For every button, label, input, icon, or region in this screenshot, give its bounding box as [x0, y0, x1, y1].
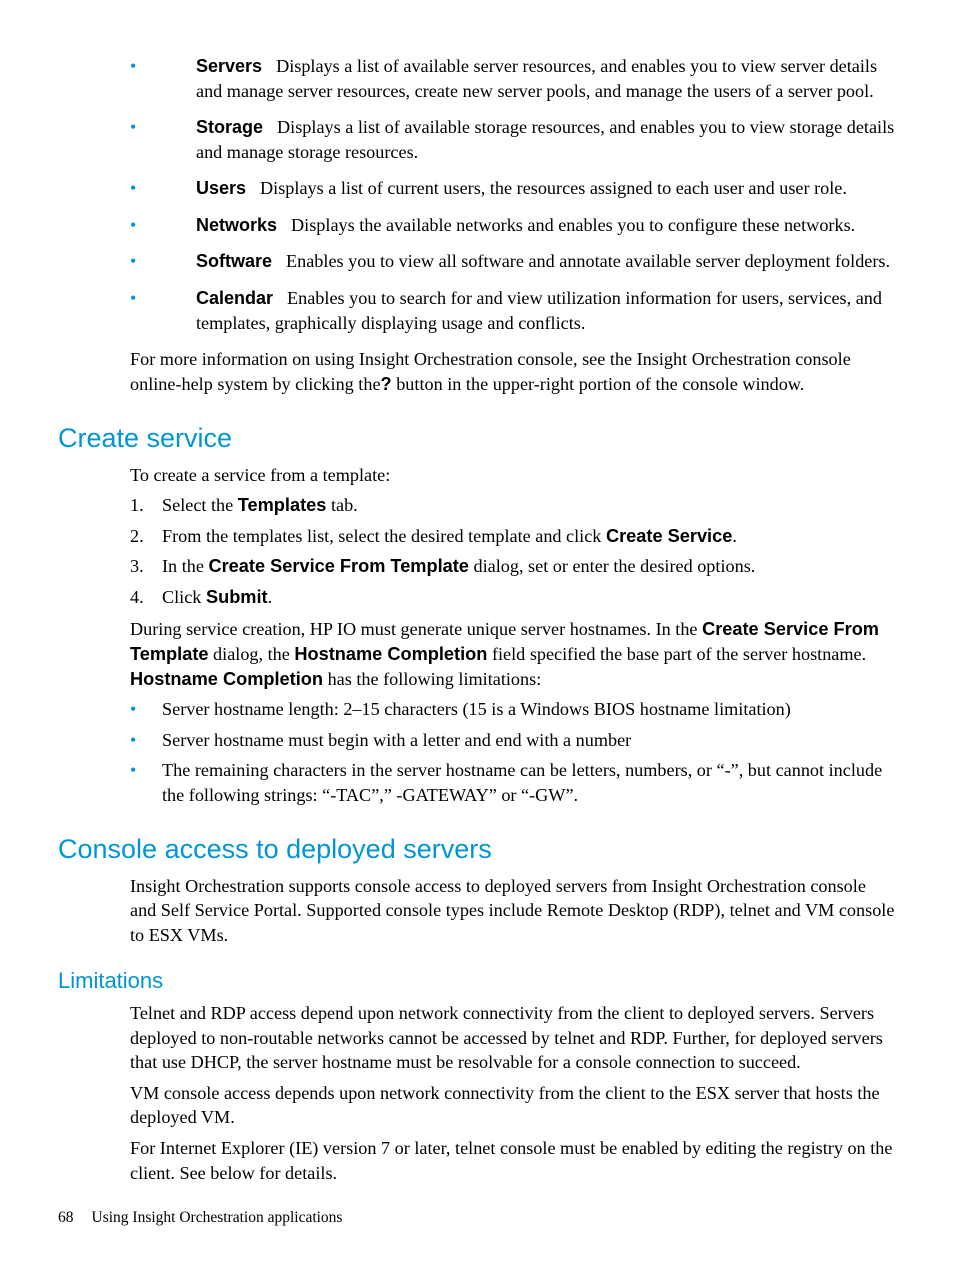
create-service-steps: Select the Templates tab. From the templ…: [130, 493, 896, 609]
list-item: Server hostname length: 2–15 characters …: [130, 697, 896, 722]
ui-term: Create Service From Template: [208, 556, 468, 576]
limitations-p3: For Internet Explorer (IE) version 7 or …: [130, 1136, 896, 1185]
ui-term: Hostname Completion: [294, 644, 487, 664]
chapter-title: Using Insight Orchestration applications: [92, 1209, 343, 1226]
feature-label: Servers: [196, 56, 262, 76]
text: Select the: [162, 495, 238, 515]
hostname-limits-list: Server hostname length: 2–15 characters …: [130, 697, 896, 807]
list-item: Users Displays a list of current users, t…: [130, 176, 896, 201]
help-question-mark: ?: [381, 374, 392, 394]
text: dialog, set or enter the desired options…: [469, 556, 755, 576]
create-service-intro: To create a service from a template:: [130, 463, 896, 488]
hostname-completion-paragraph: During service creation, HP IO must gene…: [130, 617, 896, 691]
more-info-paragraph: For more information on using Insight Or…: [130, 347, 896, 396]
feature-desc: Displays a list of available storage res…: [196, 117, 894, 162]
feature-label: Calendar: [196, 288, 273, 308]
step-item: Click Submit.: [130, 585, 896, 610]
text: Click: [162, 587, 206, 607]
list-item: StorageDisplays a list of available stor…: [130, 115, 896, 164]
feature-desc: Displays the available networks and enab…: [291, 215, 855, 235]
text: .: [268, 587, 273, 607]
ui-term: Create Service: [606, 526, 732, 546]
list-item: The remaining characters in the server h…: [130, 758, 896, 807]
ui-term: Templates: [238, 495, 327, 515]
feature-label: Networks: [196, 215, 277, 235]
list-item: Software Enables you to view all software…: [130, 249, 896, 274]
text: tab.: [326, 495, 357, 515]
list-item: ServersDisplays a list of available serv…: [130, 54, 896, 103]
step-item: From the templates list, select the desi…: [130, 524, 896, 549]
feature-desc: Displays a list of current users, the re…: [260, 178, 847, 198]
feature-desc: Enables you to view all software and ann…: [286, 251, 890, 271]
step-item: In the Create Service From Template dial…: [130, 554, 896, 579]
heading-create-service: Create service: [58, 420, 896, 456]
feature-desc: Displays a list of available server reso…: [196, 56, 877, 101]
list-item: CalendarEnables you to search for and vi…: [130, 286, 896, 335]
heading-limitations: Limitations: [58, 966, 896, 996]
text: In the: [162, 556, 208, 576]
console-access-intro: Insight Orchestration supports console a…: [130, 874, 896, 948]
list-item: Server hostname must begin with a letter…: [130, 728, 896, 753]
text: .: [732, 526, 737, 546]
page-number: 68: [58, 1209, 74, 1226]
feature-desc: Enables you to search for and view utili…: [196, 288, 882, 333]
feature-label: Software: [196, 251, 272, 271]
text: dialog, the: [209, 644, 295, 664]
limitations-p1: Telnet and RDP access depend upon networ…: [130, 1001, 896, 1075]
page-footer: 68 Using Insight Orchestration applicatio…: [58, 1208, 342, 1229]
heading-console-access: Console access to deployed servers: [58, 831, 896, 867]
text: has the following limitations:: [323, 669, 541, 689]
feature-bullet-list: ServersDisplays a list of available serv…: [58, 54, 896, 335]
limitations-p2: VM console access depends upon network c…: [130, 1081, 896, 1130]
text: During service creation, HP IO must gene…: [130, 619, 702, 639]
step-item: Select the Templates tab.: [130, 493, 896, 518]
feature-label: Storage: [196, 117, 263, 137]
feature-label: Users: [196, 178, 246, 198]
list-item: Networks Displays the available networks …: [130, 213, 896, 238]
text: button in the upper-right portion of the…: [392, 374, 805, 394]
text: field specified the base part of the ser…: [487, 644, 866, 664]
text: From the templates list, select the desi…: [162, 526, 606, 546]
ui-term: Hostname Completion: [130, 669, 323, 689]
ui-term: Submit: [206, 587, 268, 607]
